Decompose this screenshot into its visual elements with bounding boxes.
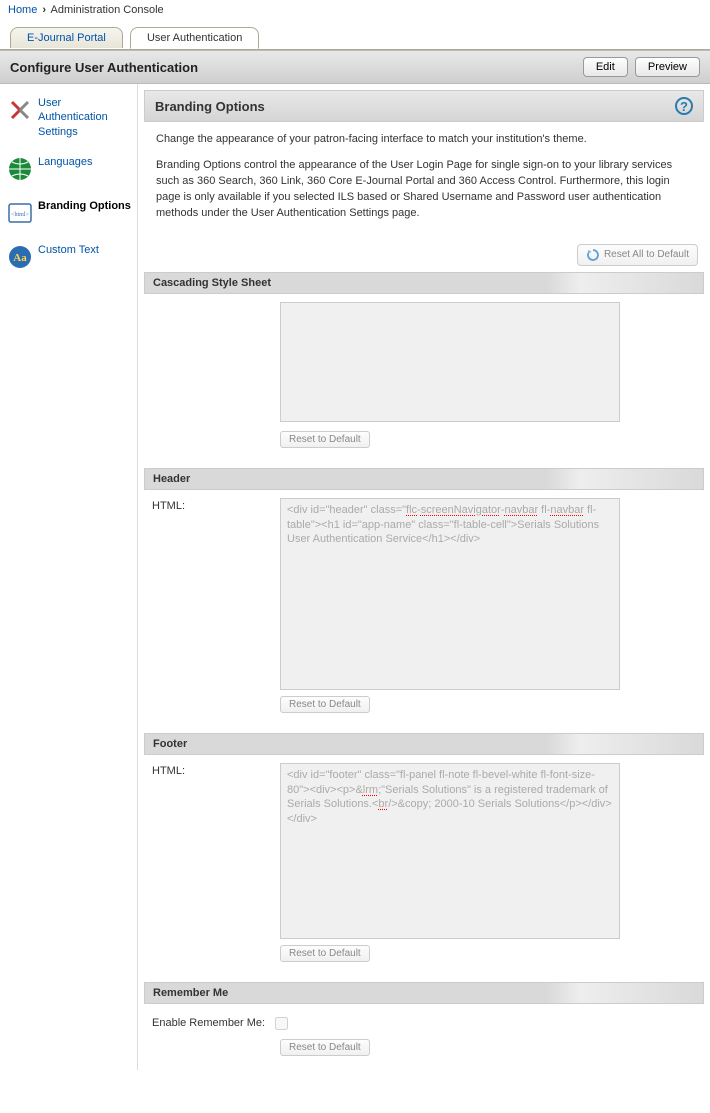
remember-section-header: Remember Me [144,982,704,1004]
css-reset-button[interactable]: Reset to Default [280,431,370,448]
remember-checkbox[interactable] [275,1017,288,1030]
svg-text:<html>: <html> [11,212,29,218]
sidebar-item-label: Branding Options [38,199,131,213]
header-reset-button[interactable]: Reset to Default [280,696,370,713]
remember-reset-button[interactable]: Reset to Default [280,1039,370,1056]
text-icon: Aa [6,243,34,271]
tab-user-authentication[interactable]: User Authentication [130,27,259,49]
section-title: Branding Options [155,99,265,114]
section-header: Branding Options ? [144,90,704,122]
tab-bar: E-Journal Portal User Authentication [0,26,710,50]
header-section-header: Header [144,468,704,490]
footer-html-label: HTML: [152,763,280,777]
breadcrumb-home-link[interactable]: Home [8,4,37,16]
sidebar: User Authentication Settings Languages <… [0,84,138,1070]
sidebar-item-auth-settings[interactable]: User Authentication Settings [4,92,133,143]
css-textarea[interactable] [280,302,620,422]
tab-ejournal-portal[interactable]: E-Journal Portal [10,27,123,48]
page-header: Configure User Authentication Edit Previ… [0,50,710,84]
tools-icon [6,96,34,124]
html-icon: <html> [6,199,34,227]
intro-line-1: Change the appearance of your patron-fac… [156,132,692,148]
reset-all-button[interactable]: Reset All to Default [577,244,698,266]
svg-text:Aa: Aa [13,252,27,264]
sidebar-item-label: User Authentication Settings [38,96,131,139]
header-actions: Edit Preview [579,57,700,77]
footer-html-textarea[interactable]: <div id="footer" class="fl-panel fl-note… [280,763,620,939]
intro-line-2: Branding Options control the appearance … [156,158,692,222]
sidebar-item-label: Custom Text [38,243,99,257]
edit-button[interactable]: Edit [583,57,628,77]
page-title: Configure User Authentication [10,60,198,75]
content: Branding Options ? Change the appearance… [138,84,710,1070]
breadcrumb: Home › Administration Console [0,0,710,20]
footer-reset-button[interactable]: Reset to Default [280,945,370,962]
css-section-header: Cascading Style Sheet [144,272,704,294]
help-icon[interactable]: ? [675,97,693,115]
preview-button[interactable]: Preview [635,57,700,77]
header-html-label: HTML: [152,498,280,512]
sidebar-item-branding-options[interactable]: <html> Branding Options [4,195,133,231]
breadcrumb-current: Administration Console [51,4,164,16]
reset-all-label: Reset All to Default [604,249,689,260]
sidebar-item-languages[interactable]: Languages [4,151,133,187]
footer-section-header: Footer [144,733,704,755]
globe-icon [6,155,34,183]
sidebar-item-label: Languages [38,155,92,169]
remember-label: Enable Remember Me: [152,1017,265,1029]
chevron-right-icon: › [42,4,46,16]
sidebar-item-custom-text[interactable]: Aa Custom Text [4,239,133,275]
header-html-textarea[interactable]: <div id="header" class="flc-screenNaviga… [280,498,620,690]
intro-text: Change the appearance of your patron-fac… [144,122,704,242]
refresh-icon [586,248,600,262]
